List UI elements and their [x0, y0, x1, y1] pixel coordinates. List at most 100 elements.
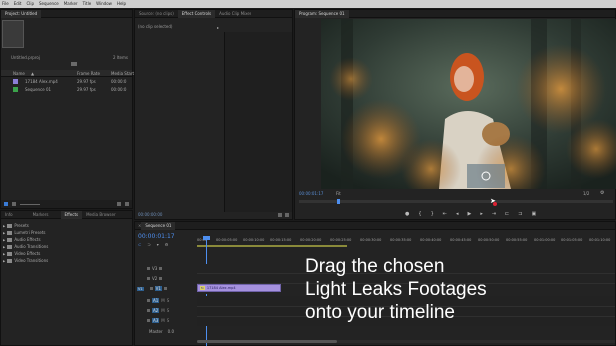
settings-icon[interactable]: ⚙	[600, 190, 604, 196]
zoom-slider[interactable]	[20, 203, 40, 205]
eye-icon[interactable]	[163, 287, 167, 290]
source-footer-icons[interactable]	[278, 213, 289, 217]
step-forward-icon[interactable]: ▸	[480, 211, 483, 217]
solo-button[interactable]: S	[167, 318, 170, 323]
go-to-in-icon[interactable]: ⇤	[443, 211, 447, 217]
video-clip[interactable]: fx 17184 Alex.mp4	[197, 284, 281, 292]
export-icon[interactable]	[285, 213, 289, 217]
mute-button[interactable]: M	[161, 308, 164, 313]
mute-button[interactable]: M	[161, 318, 164, 323]
menu-help[interactable]: Help	[117, 0, 126, 8]
extract-icon[interactable]: ⊐	[518, 211, 522, 217]
program-scrub-bar[interactable]	[299, 199, 613, 204]
lock-icon[interactable]	[149, 287, 153, 290]
new-bin-icon[interactable]	[71, 62, 77, 66]
eye-icon[interactable]	[159, 277, 163, 280]
project-row[interactable]: 17184 Alex.mp4 29.97 fps 00:00:0	[1, 78, 132, 85]
new-item-icon[interactable]	[117, 202, 121, 206]
lock-icon[interactable]	[147, 309, 150, 312]
lock-icon[interactable]	[147, 267, 150, 270]
track-header-v1[interactable]: V1 V1	[135, 284, 197, 293]
playhead-handle-icon[interactable]	[203, 236, 210, 240]
col-name[interactable]: Name	[13, 71, 25, 76]
tab-effect-controls[interactable]: Effect Controls	[177, 9, 216, 18]
list-view-icon[interactable]	[4, 202, 8, 206]
menu-marker[interactable]: Marker	[64, 0, 78, 8]
add-marker-icon[interactable]: ▾	[157, 242, 159, 247]
eye-icon[interactable]	[159, 267, 163, 270]
solo-button[interactable]: S	[167, 298, 170, 303]
snap-icon[interactable]: ⊂	[138, 242, 141, 247]
list-item[interactable]: ▶ Lumetri Presets	[3, 229, 131, 236]
list-item[interactable]: ▶ Audio Transitions	[3, 243, 131, 250]
tab-program[interactable]: Program: Sequence 01	[295, 9, 349, 18]
effects-item-label: Lumetri Presets	[14, 230, 46, 235]
clip-label: 17184 Alex.mp4	[206, 285, 236, 290]
track-headers: V3 V2 V1 V1 A1 M S A2 M S A3 M S Master …	[135, 264, 197, 346]
tab-info[interactable]: Info	[1, 211, 17, 219]
list-item[interactable]: ▶ Presets	[3, 222, 131, 229]
tutorial-caption: Drag the chosen Light Leaks Footages ont…	[305, 255, 545, 324]
trash-icon[interactable]	[125, 202, 129, 206]
mute-button[interactable]: M	[161, 298, 164, 303]
effects-item-label: Video Transitions	[14, 258, 49, 263]
lift-icon[interactable]: ⊏	[505, 211, 509, 217]
row-name: 17184 Alex.mp4	[25, 79, 58, 84]
lock-icon[interactable]	[147, 299, 150, 302]
source-patch-v1[interactable]: V1	[137, 286, 144, 291]
program-monitor: Program: Sequence 01 00:00:01:17 Fit 1/2…	[294, 9, 616, 220]
tab-audio-mixer[interactable]: Audio Clip Mixer: Sequence 01	[215, 10, 251, 18]
track-header-v2[interactable]: V2	[135, 274, 197, 283]
fit-select[interactable]: Fit	[336, 191, 341, 196]
filter-icon[interactable]	[278, 213, 282, 217]
effects-panel: Info Markers Effects Media Browser ▶ Pre…	[0, 210, 133, 346]
tab-source[interactable]: Source: (no clips)	[135, 10, 178, 18]
mark-in-icon[interactable]: {	[418, 211, 421, 217]
list-item[interactable]: ▶ Audio Effects	[3, 236, 131, 243]
menu-title[interactable]: Title	[83, 0, 92, 8]
lock-icon[interactable]	[147, 319, 150, 322]
solo-button[interactable]: S	[167, 308, 170, 313]
track-header-v3[interactable]: V3	[135, 264, 197, 273]
timeline-ruler[interactable]: 00:00 00:00:05:00 00:00:10:00 00:00:15:0…	[197, 233, 615, 247]
play-icon[interactable]: ▶	[467, 211, 471, 217]
menu-file[interactable]: File	[2, 0, 9, 8]
project-row[interactable]: Sequence 01 29.97 fps 00:00:0	[1, 86, 132, 93]
track-header-a2[interactable]: A2 M S	[135, 306, 197, 315]
step-back-icon[interactable]: ◂	[456, 211, 459, 217]
settings-icon[interactable]: ⚙	[165, 242, 169, 247]
timeline-scrollbar[interactable]	[197, 340, 615, 343]
list-item[interactable]: ▶ Video Effects	[3, 250, 131, 257]
track-header-a3[interactable]: A3 M S	[135, 316, 197, 325]
work-area-bar[interactable]	[197, 245, 347, 247]
track-header-a1[interactable]: A1 M S	[135, 296, 197, 305]
tab-sequence[interactable]: Sequence 01	[141, 221, 176, 230]
list-item[interactable]: ▶ Video Transitions	[3, 257, 131, 264]
tab-effects[interactable]: Effects	[60, 210, 83, 219]
go-to-out-icon[interactable]: ⇥	[492, 211, 496, 217]
mark-out-icon[interactable]: }	[431, 211, 434, 217]
menu-window[interactable]: Window	[96, 0, 112, 8]
master-value[interactable]: 0.0	[168, 329, 174, 334]
panel-menu-icon[interactable]: ▸	[217, 25, 219, 30]
menu-clip[interactable]: Clip	[26, 0, 34, 8]
marker-icon[interactable]: ●	[405, 211, 409, 217]
icon-view-icon[interactable]	[12, 202, 16, 206]
tab-markers[interactable]: Markers	[29, 211, 53, 219]
export-frame-icon[interactable]: ▣	[531, 211, 536, 217]
linked-icon[interactable]: ⊃	[147, 242, 150, 247]
col-frame-rate[interactable]: Frame Rate	[77, 71, 100, 76]
menu-edit[interactable]: Edit	[14, 0, 22, 8]
scrollbar-thumb[interactable]	[197, 340, 337, 343]
quality-select[interactable]: 1/2	[583, 191, 589, 196]
ruler-label: 00:00:25:00	[330, 238, 352, 242]
col-media-start[interactable]: Media Start	[111, 71, 134, 76]
tab-media-browser[interactable]: Media Browser	[82, 211, 120, 219]
menu-sequence[interactable]: Sequence	[39, 0, 59, 8]
playhead-icon[interactable]	[337, 199, 340, 204]
tab-project[interactable]: Project: Untitled	[1, 9, 42, 18]
timeline-timecode[interactable]: 00:00:01:17	[138, 233, 175, 240]
video-scene	[321, 19, 616, 189]
track-header-master[interactable]: Master 0.0	[135, 327, 197, 336]
lock-icon[interactable]	[147, 277, 150, 280]
